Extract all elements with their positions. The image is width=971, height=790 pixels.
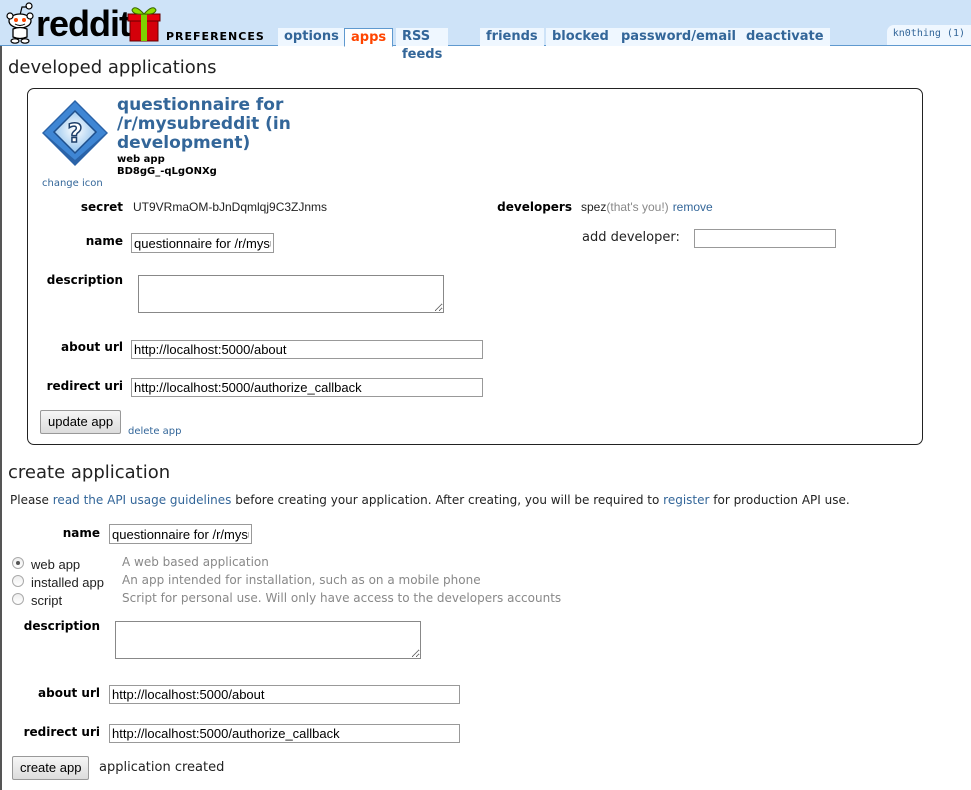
redirect-uri-label: redirect uri [46, 379, 123, 393]
tab-password-email-link[interactable]: password/email [615, 28, 743, 46]
app-description-textarea[interactable] [138, 275, 444, 313]
create-redirect-uri-input[interactable] [109, 724, 460, 743]
script-description: Script for personal use. Will only have … [122, 591, 562, 605]
remove-developer-link[interactable]: remove [673, 200, 713, 214]
app-client-id: BD8gG_-qLgONXg [117, 166, 217, 177]
name-label: name [85, 234, 123, 248]
description-label: description [46, 273, 123, 287]
developers-list: spez(that's you!) remove [581, 200, 713, 214]
add-developer-input[interactable] [694, 229, 836, 248]
register-link[interactable]: register [663, 493, 709, 507]
secret-label: secret [80, 200, 123, 214]
tab-password-email[interactable]: password/email [615, 28, 743, 46]
tab-rss-feeds-link[interactable]: RSS feeds [396, 28, 449, 62]
notice-text: Please [10, 493, 53, 507]
app-name-input[interactable] [131, 233, 274, 253]
developed-applications-heading: developed applications [8, 57, 217, 78]
window-edge [0, 0, 2, 790]
reddit-wordmark[interactable]: reddit [36, 4, 131, 44]
create-about-url-label: about url [38, 686, 100, 700]
developers-label: developers [497, 200, 572, 214]
create-application-heading: create application [8, 462, 171, 483]
installed-app-description: An app intended for installation, such a… [122, 573, 481, 587]
page-name: PREFERENCES [166, 30, 265, 43]
create-description-label: description [23, 619, 100, 633]
installed-app-radio[interactable] [12, 575, 24, 587]
web-app-description: A web based application [122, 555, 269, 569]
tab-rss-feeds[interactable]: RSS feeds [396, 28, 449, 62]
redirect-uri-input[interactable] [131, 378, 483, 397]
web-app-label[interactable]: web app [31, 557, 80, 572]
tab-blocked-link[interactable]: blocked [546, 28, 615, 46]
about-url-input[interactable] [131, 340, 483, 359]
create-description-textarea[interactable] [115, 621, 421, 659]
app-type-option-web-app[interactable]: web app A web based application [12, 555, 572, 573]
app-type: web app [117, 154, 165, 165]
header: reddit PREFERENCES options apps RSS feed… [0, 0, 971, 62]
api-guidelines-link[interactable]: read the API usage guidelines [53, 493, 232, 507]
web-app-radio[interactable] [12, 557, 24, 569]
tab-deactivate-link[interactable]: deactivate [740, 28, 830, 46]
tab-friends[interactable]: friends [480, 28, 544, 46]
app-title: questionnaire for /r/mysubreddit (in dev… [117, 95, 291, 153]
developer-note: (that's you!) [606, 200, 669, 214]
tab-friends-link[interactable]: friends [480, 28, 544, 46]
tab-options[interactable]: options [278, 28, 345, 46]
developed-app-card: ? change icon questionnaire for /r/mysub… [27, 88, 923, 445]
add-developer-label: add developer: [582, 230, 680, 245]
notice-text: for production API use. [709, 493, 850, 507]
svg-text:?: ? [67, 119, 82, 149]
status-message: application created [99, 760, 225, 775]
tab-apps-link[interactable]: apps [344, 28, 394, 47]
create-about-url-input[interactable] [109, 685, 460, 704]
create-app-button[interactable]: create app [12, 756, 90, 780]
tab-blocked[interactable]: blocked [546, 28, 615, 46]
user-account-link[interactable]: kn0thing (1) [886, 25, 971, 45]
script-radio[interactable] [12, 593, 24, 605]
gift-icon[interactable] [127, 4, 161, 42]
developer-name: spez [581, 200, 607, 214]
secret-value: UT9VRmaOM-bJnDqmlqj9C3ZJnms [133, 200, 328, 214]
create-redirect-uri-label: redirect uri [23, 725, 100, 739]
script-label[interactable]: script [31, 593, 62, 608]
update-app-button[interactable]: update app [40, 410, 122, 434]
app-type-option-installed-app[interactable]: installed app An app intended for instal… [12, 573, 572, 591]
notice-text: before creating your application. After … [231, 493, 664, 507]
create-name-input[interactable] [109, 524, 252, 544]
tab-deactivate[interactable]: deactivate [740, 28, 830, 46]
tab-options-link[interactable]: options [278, 28, 345, 46]
app-type-option-script[interactable]: script Script for personal use. Will onl… [12, 591, 572, 609]
about-url-label: about url [61, 340, 123, 354]
installed-app-label[interactable]: installed app [31, 575, 104, 590]
change-icon-link[interactable]: change icon [42, 178, 103, 189]
delete-app-link[interactable]: delete app [128, 426, 182, 437]
question-mark-diamond-icon: ? [42, 100, 108, 166]
reddit-alien-logo-icon[interactable] [5, 2, 35, 44]
tab-apps[interactable]: apps [344, 28, 394, 47]
api-guidelines-notice: Please read the API usage guidelines bef… [10, 493, 850, 507]
create-name-label: name [62, 526, 100, 540]
